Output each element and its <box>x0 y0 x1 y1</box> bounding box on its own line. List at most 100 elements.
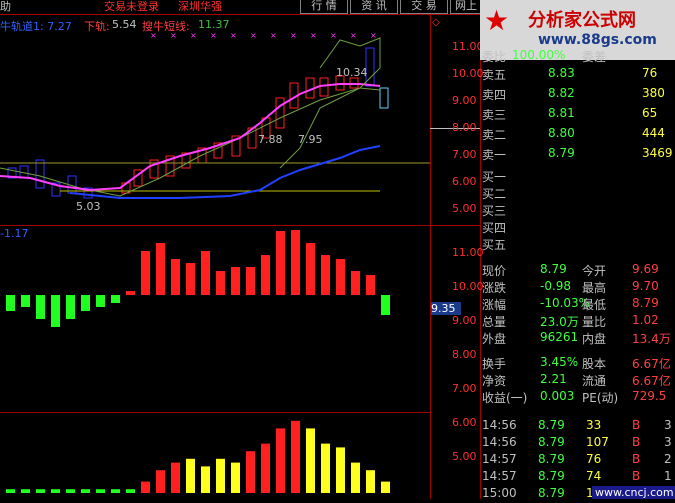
volume-bar <box>216 458 225 493</box>
news-button[interactable]: 资 讯 <box>350 0 398 14</box>
divider <box>430 14 431 499</box>
volume-chart[interactable] <box>0 413 430 499</box>
buy-row[interactable]: 买二 <box>482 185 675 202</box>
signal-star: × <box>290 31 297 40</box>
divider <box>0 225 480 226</box>
mid-bar <box>171 259 180 295</box>
annotation-b: 7.95 <box>298 133 323 146</box>
quote-label: 最高 <box>582 281 607 295</box>
mid-bar <box>351 271 360 295</box>
sell-label: 卖三 <box>482 108 507 122</box>
volume-bar <box>276 428 285 493</box>
tick-volume: 107 <box>586 435 609 449</box>
stock-title: 深圳华强 <box>178 0 222 13</box>
tick-count: 2 <box>664 452 672 466</box>
volume-bar <box>81 489 90 493</box>
mid-bar <box>96 295 105 307</box>
mid-bar <box>246 267 255 295</box>
tick-volume: 74 <box>586 469 602 483</box>
tick-row: 14:56 8.79 33 B 3 <box>482 418 675 435</box>
sell-row[interactable]: 卖一 8.79 3469 <box>482 146 675 163</box>
tick-side: B <box>632 418 641 432</box>
quote-value: 3.45% <box>540 355 579 369</box>
quote-label: PE(动) <box>582 391 619 405</box>
candle <box>319 77 329 97</box>
quote-value: 9.70 <box>632 279 659 293</box>
quote-row: 涨跌 -0.98 最高 9.70 <box>482 279 675 296</box>
tick-side: B <box>632 452 641 466</box>
mid-bar <box>261 255 270 295</box>
quote-value: 0.003 <box>540 389 575 403</box>
watermark-title: 分析家公式网 <box>528 10 636 31</box>
sell-row[interactable]: 卖五 8.83 76 <box>482 66 675 83</box>
quote-row: 收益(一) 0.003 PE(动) 729.5 <box>482 389 675 406</box>
tick-price: 8.79 <box>538 486 565 500</box>
buy-row[interactable]: 买四 <box>482 219 675 236</box>
buy-label: 买二 <box>482 187 507 201</box>
quote-label: 内盘 <box>582 332 607 346</box>
quote-row: 现价 8.79 今开 9.69 <box>482 262 675 279</box>
quote-value: 2.21 <box>540 372 567 386</box>
quote-row: 涨幅 -10.03% 最低 8.79 <box>482 296 675 313</box>
tick-count: 3 <box>664 435 672 449</box>
star-icon: ★ <box>484 4 510 37</box>
mid-bar <box>156 243 165 295</box>
volume-bar <box>306 428 315 493</box>
pink-line <box>0 83 381 192</box>
close-icon[interactable]: ◇ <box>432 16 440 29</box>
y-tick-label: 5.00 <box>452 202 477 215</box>
mid-bar <box>201 251 210 295</box>
online-button[interactable]: 网上 <box>450 0 482 14</box>
sell-label: 卖五 <box>482 68 507 82</box>
sell-volume: 380 <box>642 86 665 100</box>
sell-row[interactable]: 卖三 8.81 65 <box>482 106 675 123</box>
signal-star: × <box>150 31 157 40</box>
volume-bar <box>21 489 30 493</box>
quote-label: 股本 <box>582 357 607 371</box>
volume-bar <box>291 420 300 493</box>
sell-label: 卖二 <box>482 128 507 142</box>
signal-star: × <box>270 31 277 40</box>
quote-row: 外盘 96261 内盘 13.4万 <box>482 330 675 347</box>
mid-indicator-chart[interactable] <box>0 230 430 410</box>
quote-label: 净资 <box>482 374 507 388</box>
quote-row: 换手 3.45% 股本 6.67亿 <box>482 355 675 372</box>
footer-watermark: www.cncj.com <box>592 486 675 499</box>
quote-label: 流通 <box>582 374 607 388</box>
price-chart[interactable]: × × × × × × × × × × × × 10.34 7.88 7.95 5.03 <box>0 28 430 224</box>
mid-bar <box>126 291 135 295</box>
quote-label: 换手 <box>482 357 507 371</box>
y-tick-label: 5.00 <box>452 450 477 463</box>
buy-row[interactable]: 买五 <box>482 236 675 253</box>
volume-bar <box>111 489 120 493</box>
volume-bar <box>351 462 360 493</box>
mid-bar <box>21 295 30 307</box>
quote-label: 量比 <box>582 315 607 329</box>
mid-bar <box>306 243 315 295</box>
trade-button[interactable]: 交 易 <box>400 0 448 14</box>
tick-time: 15:00 <box>482 486 517 500</box>
tick-side: B <box>632 469 641 483</box>
y-tick-label: 9.00 <box>452 314 477 327</box>
sell-label: 卖一 <box>482 148 507 162</box>
buy-row[interactable]: 买三 <box>482 202 675 219</box>
mid-bar <box>381 295 390 315</box>
sell-volume: 76 <box>642 66 658 80</box>
sell-row[interactable]: 卖二 8.80 444 <box>482 126 675 143</box>
help-menu[interactable]: 助 <box>0 0 11 13</box>
volume-bar <box>201 466 210 493</box>
tick-time: 14:57 <box>482 469 517 483</box>
mid-bar <box>216 271 225 295</box>
volume-bar <box>381 481 390 493</box>
ratio-row: 委比 100.00% 委差 <box>482 48 675 65</box>
volume-bar <box>96 489 105 493</box>
quote-value: 96261 <box>540 330 579 344</box>
sell-row[interactable]: 卖四 8.82 380 <box>482 86 675 103</box>
sell-price: 8.83 <box>548 66 575 80</box>
buy-row[interactable]: 买一 <box>482 168 675 185</box>
account-status: 交易未登录 <box>104 0 159 13</box>
signal-star: × <box>310 31 317 40</box>
volume-bar <box>141 481 150 493</box>
mid-bar <box>36 295 45 319</box>
market-button[interactable]: 行 情 <box>300 0 348 14</box>
